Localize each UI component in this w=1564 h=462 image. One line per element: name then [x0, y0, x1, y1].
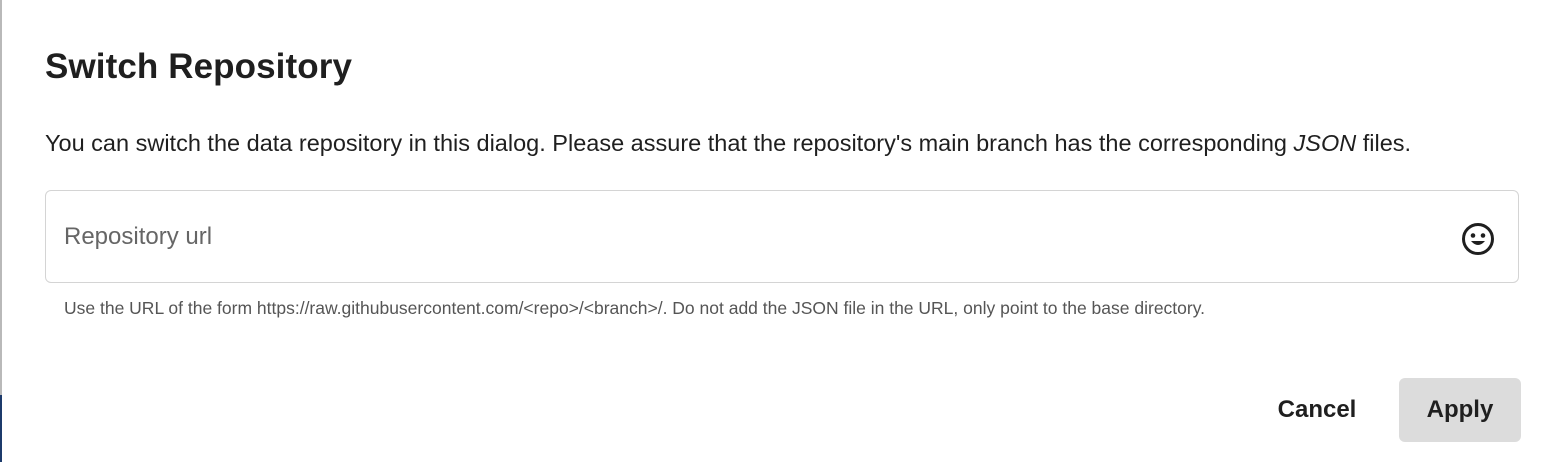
smiley-face-icon[interactable]: [1460, 221, 1496, 257]
repository-url-field[interactable]: [45, 190, 1519, 283]
cancel-button[interactable]: Cancel: [1260, 378, 1374, 442]
repository-url-input[interactable]: [64, 213, 1424, 261]
dialog-title: Switch Repository: [45, 47, 353, 86]
description-text-start: You can switch the data repository in th…: [45, 130, 1294, 156]
description-text-end: files.: [1356, 130, 1412, 156]
apply-button[interactable]: Apply: [1399, 378, 1521, 442]
description-json-emphasis: JSON: [1293, 130, 1357, 156]
dialog-description: You can switch the data repository in th…: [45, 126, 1411, 160]
switch-repository-dialog: Switch Repository You can switch the dat…: [0, 0, 1564, 462]
field-helper-text: Use the URL of the form https://raw.gith…: [64, 298, 1206, 318]
